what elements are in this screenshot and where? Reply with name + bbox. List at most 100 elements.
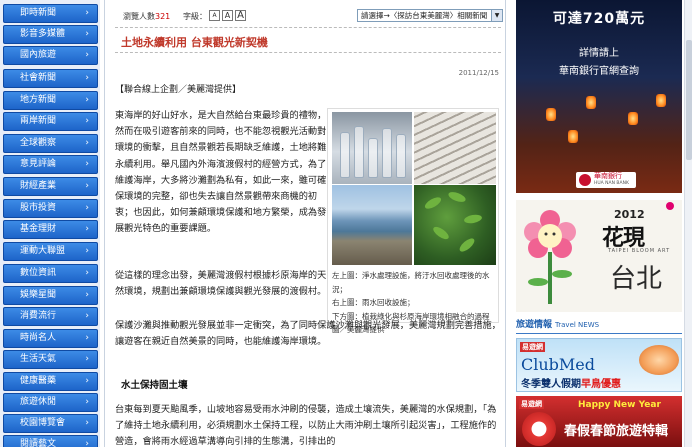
ad-subtitle: TAIPEI BLOOM ART [608,248,671,254]
leaf-shape [447,190,467,204]
nav-item-label: 全球觀察 [20,138,57,148]
nav-item-label: 意見評論 [20,159,57,169]
chevron-right-icon: › [85,224,89,234]
chevron-right-icon: › [85,8,89,18]
planting-photo[interactable] [414,185,496,265]
leaf-shape [457,236,477,254]
nav-item-opinion[interactable]: 意見評論 › [3,155,98,174]
ad-slogan-text: 冬季雙人假期 [521,379,581,390]
article-paragraph: 從這樣的理念出發，美麗灣渡假村根據杉原海岸的天然環境，規劃出兼顧環境保護與觀光發… [115,270,327,298]
chevron-right-icon: › [85,29,89,39]
nav-item-stocks[interactable]: 股市投資 › [3,199,98,218]
divider [115,27,501,28]
chevron-right-icon: › [85,203,89,213]
chevron-right-icon: › [85,439,89,447]
article-photo-gallery: 左上圖：淨水處理設施，將汙水回收處理後的水況； 右上圖：雨水回收設施； 下方圖：… [327,108,499,334]
ad-greeting: Happy New Year [578,400,661,410]
nav-item-health[interactable]: 健康醫藥 › [3,372,98,391]
nav-item-instant-news[interactable]: 即時新聞 › [3,4,98,23]
flora-expo-ad[interactable]: 2012 花現 TAIPEI BLOOM ART 台北 [516,200,682,312]
nav-item-label: 閱讀藝文 [20,439,57,447]
lantern-icon [586,96,596,109]
nav-item-digital[interactable]: 數位資訊 › [3,264,98,283]
chevron-right-icon: › [85,95,89,105]
chevron-down-icon[interactable]: ▼ [491,10,502,21]
nav-item-finance[interactable]: 財經產業 › [3,177,98,196]
article-paragraph: 東海岸的好山好水，是大自然給台東最珍貴的禮物，然而在吸引遊客前來的同時，也不能忽… [115,110,327,235]
nav-item-funds[interactable]: 基金理財 › [3,220,98,239]
travel-news-english: Travel NEWS [555,321,600,329]
bank-banner-ad[interactable]: 可達720萬元 詳情請上 華南銀行官網查詢 華南銀行 HUA NAN BANK [516,0,682,193]
nav-item-label: 即時新聞 [20,8,57,18]
font-size-large-button[interactable]: A [235,10,246,21]
chevron-right-icon: › [85,138,89,148]
nav-item-fashion[interactable]: 時尚名人 › [3,329,98,348]
bank-logo: 華南銀行 HUA NAN BANK [576,172,636,188]
nav-item-society[interactable]: 社會新聞 › [3,69,98,88]
divider [115,52,501,53]
view-count-value: 321 [155,12,171,21]
decoration-dot [666,202,674,210]
scrollbar-thumb[interactable] [686,40,692,160]
article-paragraph: 保護沙灘與推動觀光發展並非一定衝突，為了同時保護沙灘與觀光發展，美麗灣規劃完善措… [115,320,501,348]
nav-item-label: 影音多媒體 [20,29,66,39]
clubmed-travel-ad[interactable]: 易遊網 ClubMed 冬季雙人假期早鳥優惠 [516,338,682,392]
view-count-label: 瀏覽人數 [123,12,155,21]
nav-item-campus-expo[interactable]: 校園博覽會 › [3,414,98,433]
page-scrollbar[interactable] [684,0,692,447]
ad-slogan: 冬季雙人假期早鳥優惠 [521,375,621,390]
ad-text: 華南銀行官網查詢 [559,66,639,77]
chevron-right-icon: › [85,181,89,191]
nav-item-entertainment[interactable]: 娛樂星聞 › [3,286,98,305]
new-year-travel-ad[interactable]: 易遊網 Happy New Year 春假春節旅遊特輯 [516,396,682,447]
nav-item-global[interactable]: 全球觀察 › [3,134,98,153]
bank-logo-icon [579,174,591,186]
bottle-shape [396,134,406,178]
article-source: 【聯合線上企劃／美麗灣提供】 [115,85,242,95]
nav-item-label: 地方新聞 [20,95,57,105]
bottle-shape [340,132,350,178]
nav-item-label: 校園博覽會 [20,418,66,428]
font-size-medium-button[interactable]: A [222,10,233,21]
nav-item-label: 兩岸新聞 [20,116,57,126]
chevron-right-icon: › [85,116,89,126]
nav-item-label: 數位資訊 [20,268,57,278]
water-bottles-photo[interactable] [332,112,412,184]
nav-item-local[interactable]: 地方新聞 › [3,91,98,110]
nav-item-domestic-travel[interactable]: 國內旅遊 › [3,46,98,65]
leaf-shape [431,224,451,242]
nav-item-consumer[interactable]: 消費流行 › [3,307,98,326]
rainwater-facility-photo[interactable] [414,112,496,184]
lantern-icon [568,130,578,143]
related-news-select[interactable]: 請選擇→〈探訪台東美麗灣〉相關新聞 ▼ [357,9,503,22]
chevron-right-icon: › [85,73,89,83]
browser-page: 即時新聞 › 影音多媒體 › 國內旅遊 › 社會新聞 › 地方新聞 › 兩岸新聞 › 全球觀… [0,0,692,447]
leaf-shape [463,213,483,225]
nav-item-sports[interactable]: 運動大聯盟 › [3,242,98,261]
article-paragraph: 台東每到夏天颱風季，山坡地容易受雨水沖刷的侵襲，造成土壤流失，美麗灣的水保規劃，… [115,404,497,447]
nav-item-leisure[interactable]: 旅遊休閒 › [3,393,98,412]
ad-slogan-highlight: 早鳥優惠 [581,379,621,390]
nav-item-reading-arts[interactable]: 閱讀藝文 › [3,435,98,447]
chevron-right-icon: › [85,376,89,386]
coastline-photo[interactable] [332,185,412,265]
flower-mascot-icon [524,210,576,304]
font-size-small-button[interactable]: A [209,10,220,21]
nav-item-label: 股市投資 [20,203,57,213]
travel-news-title: 旅遊情報 [516,320,553,330]
nav-item-label: 基金理財 [20,224,57,234]
nav-item-cross-strait[interactable]: 兩岸新聞 › [3,112,98,131]
bottle-shape [368,138,378,178]
nav-item-life-weather[interactable]: 生活天氣 › [3,350,98,369]
caption-line: 右上圖：雨水回收設施； [332,298,415,307]
lantern-icon [628,112,638,125]
nav-item-label: 旅遊休閒 [20,397,57,407]
nav-item-label: 娛樂星聞 [20,290,57,300]
ad-text: 詳情請上 [579,48,619,59]
nav-item-multimedia[interactable]: 影音多媒體 › [3,25,98,44]
ad-city: 台北 [610,264,663,294]
related-news-select-value: 請選擇→〈探訪台東美麗灣〉相關新聞 [361,11,488,20]
chevron-right-icon: › [85,246,89,256]
nav-item-label: 消費流行 [20,311,57,321]
chevron-right-icon: › [85,333,89,343]
